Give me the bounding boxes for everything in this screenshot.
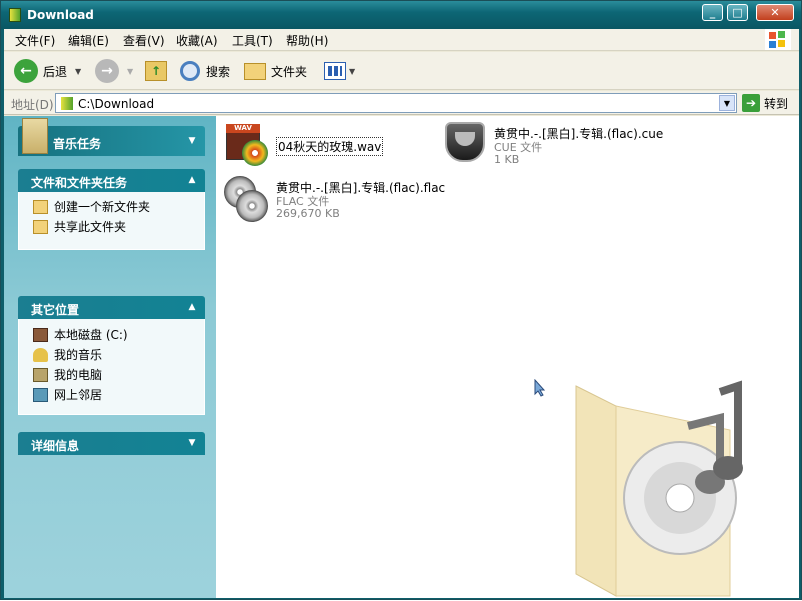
views-dropdown-icon: ▼ xyxy=(349,66,356,76)
back-label: 后退 xyxy=(43,64,68,79)
menu-file[interactable]: 文件(F) xyxy=(15,32,55,49)
forward-dropdown-icon[interactable]: ▼ xyxy=(127,67,133,76)
place-my-computer[interactable]: 我的电脑 xyxy=(19,365,204,385)
place-local-disk-label: 本地磁盘 (C:) xyxy=(54,328,128,342)
music-tasks-panel: 音乐任务 ▼ xyxy=(18,118,205,156)
music-tasks-header[interactable]: 音乐任务 ▼ xyxy=(18,118,205,156)
place-my-music-label: 我的音乐 xyxy=(54,348,103,362)
windows-logo-icon xyxy=(765,29,791,50)
forward-arrow-icon: → xyxy=(95,59,119,83)
expand-chevron-icon[interactable]: ▼ xyxy=(185,436,199,450)
other-places-body: 本地磁盘 (C:) 我的音乐 我的电脑 网上邻居 xyxy=(18,319,205,415)
maximize-button[interactable]: □ xyxy=(727,4,748,21)
place-my-music[interactable]: 我的音乐 xyxy=(19,345,204,365)
music-folder-icon xyxy=(22,118,48,154)
file-tasks-title: 文件和文件夹任务 xyxy=(31,176,128,190)
new-folder-icon xyxy=(33,200,48,214)
file-tasks-body: 创建一个新文件夹 共享此文件夹 xyxy=(18,192,205,250)
folders-button[interactable]: 文件夹 xyxy=(244,58,307,84)
hard-disk-icon xyxy=(33,328,48,342)
my-computer-icon xyxy=(33,368,48,382)
collapse-chevron-icon[interactable]: ▲ xyxy=(185,300,199,314)
close-button[interactable]: ✕ xyxy=(756,4,794,21)
address-label: 地址(D) xyxy=(11,98,54,112)
other-places-panel: 其它位置 ▲ 本地磁盘 (C:) 我的音乐 我的电脑 网上邻居 xyxy=(18,296,205,415)
menu-bar: 文件(F) 编辑(E) 查看(V) 收藏(A) 工具(T) 帮助(H) xyxy=(4,29,799,51)
file-size: 1 KB xyxy=(494,153,520,166)
collapse-chevron-icon[interactable]: ▲ xyxy=(185,173,199,187)
my-music-icon xyxy=(33,348,48,362)
go-label: 转到 xyxy=(764,96,789,111)
share-folder-icon xyxy=(33,220,48,234)
network-places-icon xyxy=(33,388,48,402)
place-my-computer-label: 我的电脑 xyxy=(54,368,103,382)
search-button[interactable]: 搜索 xyxy=(180,58,230,84)
menu-view[interactable]: 查看(V) xyxy=(123,32,165,49)
views-button[interactable]: ▼ xyxy=(324,58,355,84)
place-network[interactable]: 网上邻居 xyxy=(19,385,204,405)
folder-path-icon xyxy=(61,97,73,110)
task-share-folder-label: 共享此文件夹 xyxy=(54,220,127,234)
folders-label: 文件夹 xyxy=(271,64,308,79)
task-share-folder[interactable]: 共享此文件夹 xyxy=(19,217,204,237)
go-arrow-icon: ➔ xyxy=(742,94,760,112)
music-folder-watermark-icon xyxy=(570,378,760,598)
details-title: 详细信息 xyxy=(31,439,80,453)
forward-button[interactable]: → ▼ xyxy=(95,58,133,84)
up-folder-button[interactable]: ↑ xyxy=(145,58,167,84)
task-new-folder[interactable]: 创建一个新文件夹 xyxy=(19,197,204,217)
flac-file-icon xyxy=(224,176,272,224)
folder-app-icon xyxy=(9,8,21,22)
other-places-title: 其它位置 xyxy=(31,303,80,317)
toolbar: ← 后退 ▼ → ▼ ↑ 搜索 文件夹 ▼ xyxy=(4,52,799,90)
views-grid-icon xyxy=(324,62,346,80)
window-title: Download xyxy=(27,8,94,22)
search-label: 搜索 xyxy=(206,64,231,79)
menu-favorites[interactable]: 收藏(A) xyxy=(176,32,218,49)
go-button[interactable]: ➔ 转到 xyxy=(742,93,788,113)
back-dropdown-icon[interactable]: ▼ xyxy=(75,67,81,76)
details-panel: 详细信息 ▼ xyxy=(18,432,205,455)
wav-file-icon: WAV xyxy=(224,122,270,168)
place-network-label: 网上邻居 xyxy=(54,388,103,402)
file-tasks-header[interactable]: 文件和文件夹任务 ▲ xyxy=(18,169,205,192)
menu-tools[interactable]: 工具(T) xyxy=(232,32,273,49)
other-places-header[interactable]: 其它位置 ▲ xyxy=(18,296,205,319)
back-arrow-icon: ← xyxy=(14,59,38,83)
mouse-cursor-icon xyxy=(534,378,546,397)
address-bar: 地址(D) C:\Download ▼ ➔ 转到 xyxy=(4,91,799,115)
minimize-button[interactable]: _ xyxy=(702,4,723,21)
explorer-window: Download _ □ ✕ 文件(F) 编辑(E) 查看(V) 收藏(A) 工… xyxy=(0,0,802,600)
address-dropdown-icon[interactable]: ▼ xyxy=(719,95,735,111)
address-input[interactable]: C:\Download ▼ xyxy=(55,93,737,113)
folders-icon xyxy=(244,62,266,80)
music-tasks-title: 音乐任务 xyxy=(53,137,102,151)
task-pane: 音乐任务 ▼ 文件和文件夹任务 ▲ 创建一个新文件夹 共享此文件夹 其它位置 ▲… xyxy=(4,116,216,598)
task-new-folder-label: 创建一个新文件夹 xyxy=(54,200,151,214)
file-name: 04秋天的玫瑰.wav xyxy=(276,137,384,156)
expand-chevron-icon[interactable]: ▼ xyxy=(185,134,199,148)
search-icon xyxy=(180,61,200,81)
address-path: C:\Download xyxy=(78,97,155,111)
file-view[interactable]: WAV 04秋天的玫瑰.wav 黄贯中.-.[黑白].专辑.(flac).cue… xyxy=(216,116,799,598)
menu-help[interactable]: 帮助(H) xyxy=(286,32,328,49)
window-client: 文件(F) 编辑(E) 查看(V) 收藏(A) 工具(T) 帮助(H) ← 后退… xyxy=(4,29,799,598)
cue-file-icon xyxy=(445,122,485,168)
place-local-disk[interactable]: 本地磁盘 (C:) xyxy=(19,325,204,345)
details-header[interactable]: 详细信息 ▼ xyxy=(18,432,205,455)
file-tasks-panel: 文件和文件夹任务 ▲ 创建一个新文件夹 共享此文件夹 xyxy=(18,169,205,250)
title-bar[interactable]: Download _ □ ✕ xyxy=(1,1,801,29)
up-folder-icon: ↑ xyxy=(145,61,167,81)
file-size: 269,670 KB xyxy=(276,207,340,220)
menu-edit[interactable]: 编辑(E) xyxy=(68,32,109,49)
back-button[interactable]: ← 后退 ▼ xyxy=(14,58,81,84)
